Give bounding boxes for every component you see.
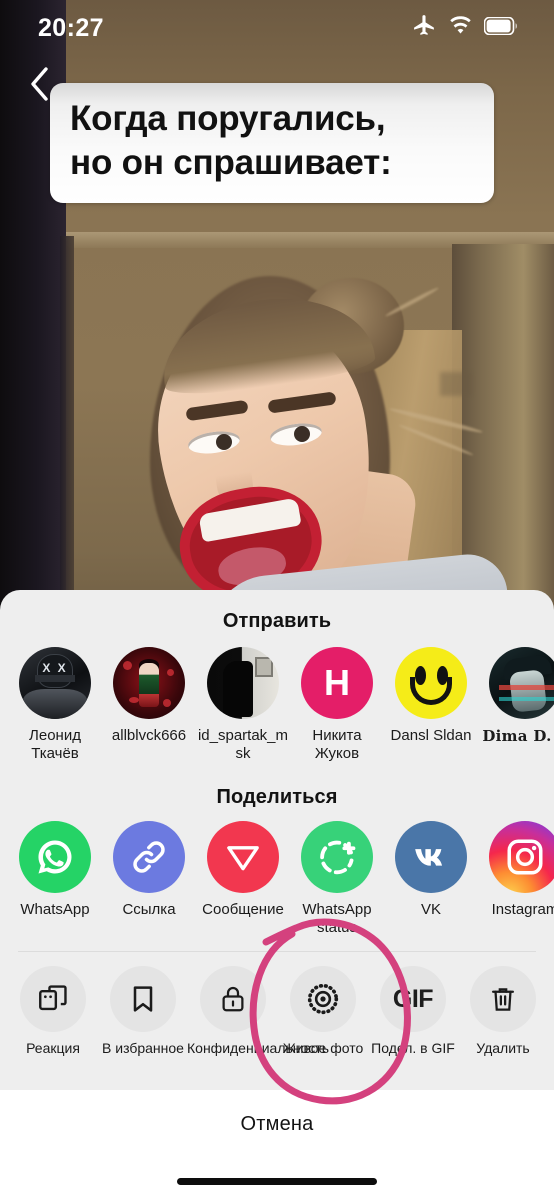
contact-id-spartak-msk[interactable]: id_spartak_msk	[196, 647, 290, 764]
action-label: Живое фото	[282, 1040, 364, 1057]
section-divider	[18, 951, 536, 953]
instagram-icon	[489, 820, 554, 893]
airplane-mode-icon	[412, 13, 437, 43]
paper-plane-icon	[207, 820, 279, 893]
contacts-row: X X Леонид Ткачёв allblvck666 id_spartak…	[0, 647, 554, 764]
share-app-link[interactable]: Ссылка	[102, 820, 196, 938]
action-share-gif[interactable]: GIF Подел. в GIF	[368, 966, 458, 1057]
contact-nikita-zhukov[interactable]: Н Никита Жуков	[290, 647, 384, 764]
action-label: Конфиденциальность	[187, 1040, 330, 1057]
action-reaction[interactable]: Реакция	[8, 966, 98, 1057]
share-app-instagram[interactable]: Instagram	[478, 820, 554, 938]
caption-line-1: Когда поругались,	[70, 99, 386, 138]
contact-label: Dansl Sldan	[390, 727, 472, 744]
share-app-label: Instagram	[491, 900, 554, 918]
bookmark-icon	[110, 966, 176, 1033]
contact-dima-d[interactable]: Dima D. ʊ	[478, 647, 554, 764]
status-bar: 20:27	[0, 0, 554, 56]
share-sheet: Отправить X X Леонид Ткачёв allblvck666 …	[0, 590, 554, 1090]
avatar: Н	[301, 647, 373, 719]
curtain-edge	[60, 236, 74, 640]
contact-dansl-sldan[interactable]: Dansl Sldan	[384, 647, 478, 764]
lock-icon	[200, 966, 266, 1033]
action-favorite[interactable]: В избранное	[98, 966, 188, 1057]
pupil-right	[294, 426, 310, 442]
avatar	[489, 647, 554, 719]
share-app-label: WhatsApp	[20, 900, 90, 918]
cancel-button[interactable]: Отмена	[0, 1090, 554, 1136]
action-delete[interactable]: Удалить	[458, 966, 548, 1057]
contact-leonid[interactable]: X X Леонид Ткачёв	[8, 647, 102, 764]
reaction-icon	[20, 966, 86, 1033]
action-privacy[interactable]: Конфиденциальность	[187, 966, 330, 1057]
wall-mark	[440, 372, 472, 396]
action-label: Подел. в GIF	[371, 1040, 455, 1057]
action-label: Реакция	[26, 1040, 80, 1057]
status-time: 20:27	[38, 13, 104, 42]
battery-icon	[483, 16, 520, 40]
wifi-icon	[448, 15, 473, 41]
share-app-label: WhatsApp status	[302, 900, 372, 936]
share-app-label: Ссылка	[122, 900, 176, 918]
share-app-vk[interactable]: VK	[384, 820, 478, 938]
avatar: X X	[19, 647, 91, 719]
home-indicator[interactable]	[177, 1178, 377, 1185]
whatsapp-icon	[19, 820, 91, 893]
contact-allblvck666[interactable]: allblvck666	[102, 647, 196, 764]
gif-label: GIF	[392, 984, 434, 1013]
contact-label: Dima D. ʊ	[482, 727, 554, 745]
whatsapp-status-icon	[301, 820, 373, 893]
live-photo-icon	[290, 966, 356, 1033]
chevron-left-icon	[27, 65, 53, 108]
share-section-title: Поделиться	[216, 785, 338, 808]
contact-label: allblvck666	[111, 727, 187, 744]
contact-label: Никита Жуков	[312, 727, 362, 763]
share-app-whatsapp-status[interactable]: WhatsApp status	[290, 820, 384, 938]
back-button[interactable]	[18, 64, 62, 108]
share-app-whatsapp[interactable]: WhatsApp	[8, 820, 102, 938]
actions-row: Реакция В избранное Конфиденциальность Ж…	[0, 966, 554, 1057]
avatar-initial: Н	[324, 662, 350, 703]
caption-line-2: но он спрашивает:	[70, 143, 392, 183]
action-live-photo[interactable]: Живое фото	[278, 966, 368, 1057]
share-app-label: VK	[420, 900, 441, 918]
share-app-message[interactable]: Сообщение	[196, 820, 290, 938]
avatar	[207, 647, 279, 719]
action-label: В избранное	[102, 1040, 184, 1057]
action-label: Удалить	[476, 1040, 530, 1057]
video-caption: Когда поругались, но он спрашивает:	[50, 83, 494, 204]
send-section-title: Отправить	[222, 610, 332, 632]
link-icon	[113, 820, 185, 893]
avatar	[395, 647, 467, 719]
share-app-label: Сообщение	[202, 900, 284, 918]
vk-icon	[395, 820, 467, 893]
pupil-left	[216, 434, 232, 450]
contact-label: Леонид Ткачёв	[29, 727, 81, 763]
gif-icon: GIF	[380, 966, 446, 1033]
share-apps-row: WhatsApp Ссылка Сообщение WhatsApp statu…	[0, 820, 554, 938]
contact-label: id_spartak_msk	[197, 727, 289, 763]
status-icons	[412, 13, 520, 43]
avatar	[113, 647, 185, 719]
trash-icon	[470, 966, 536, 1033]
